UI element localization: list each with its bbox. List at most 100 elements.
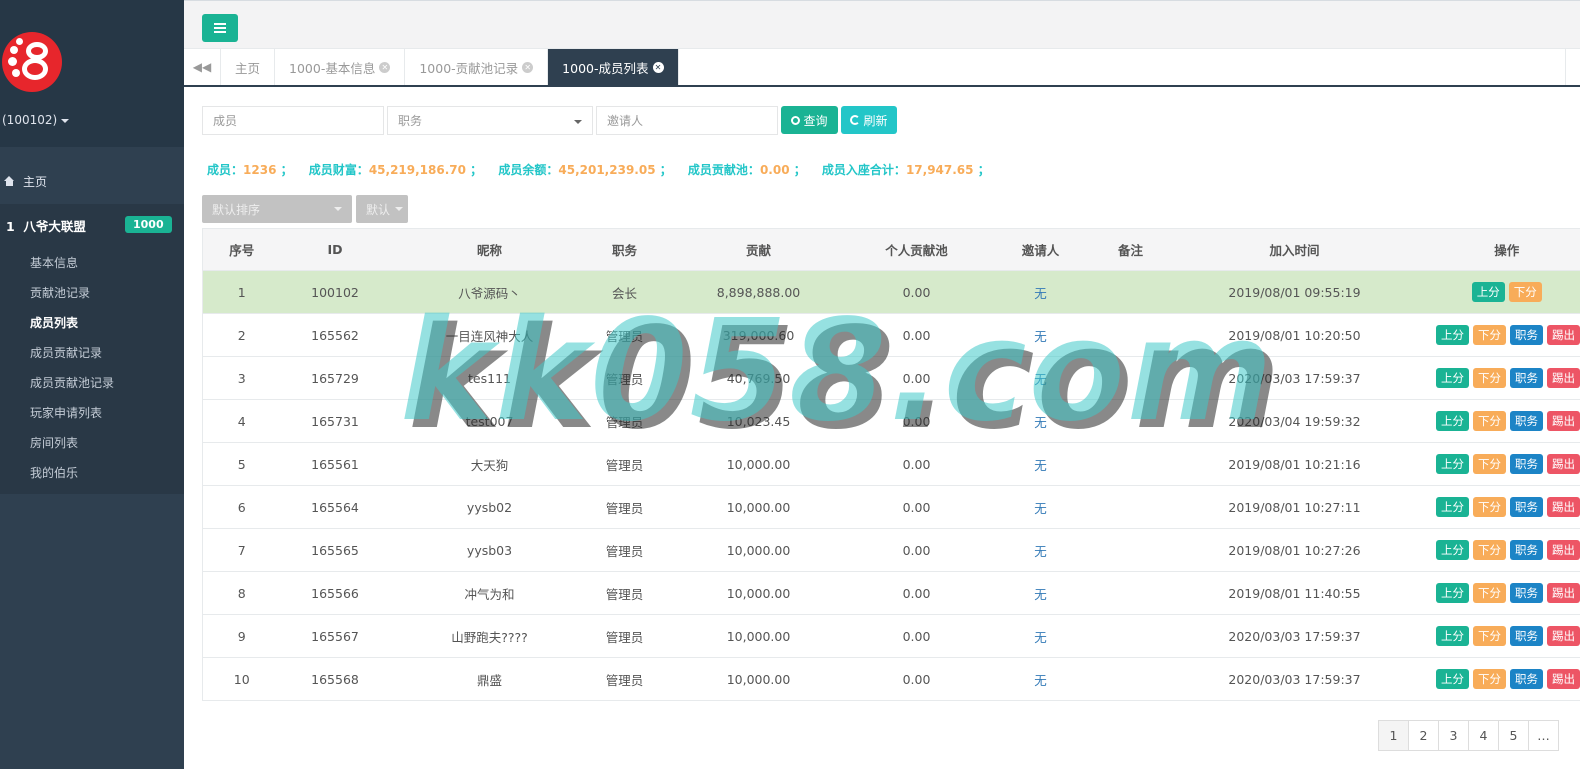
kick-button[interactable]: 踢出 [1547,497,1580,517]
kick-button[interactable]: 踢出 [1547,540,1580,560]
page-button[interactable]: 1 [1378,720,1409,751]
col-header[interactable]: 加入时间 [1155,228,1434,271]
col-header[interactable]: 贡献 [659,228,858,271]
table-cell: 2019/08/01 10:21:16 [1155,442,1434,486]
kick-button[interactable]: 踢出 [1547,583,1580,603]
score-down-button[interactable]: 下分 [1473,368,1506,388]
score-down-button[interactable]: 下分 [1473,325,1506,345]
score-up-button[interactable]: 上分 [1436,540,1469,560]
page-button[interactable]: 4 [1468,720,1499,751]
score-down-button[interactable]: 下分 [1473,583,1506,603]
col-header[interactable]: ID [280,228,390,271]
query-button[interactable]: 查询 [781,106,838,134]
role-button[interactable]: 职务 [1510,411,1543,431]
close-icon[interactable]: ✕ [522,61,534,73]
table-cell-actions: 上分 下分 职务 踢出 [1433,485,1580,529]
role-button[interactable]: 职务 [1510,540,1543,560]
page-button[interactable]: 5 [1498,720,1529,751]
role-button[interactable]: 职务 [1510,325,1543,345]
col-header[interactable]: 邀请人 [975,228,1106,271]
kick-button[interactable]: 踢出 [1547,325,1580,345]
table-cell: 10,000.00 [659,571,858,615]
table-cell: 2019/08/01 10:27:11 [1155,485,1434,529]
score-down-button[interactable]: 下分 [1473,454,1506,474]
sort-order-label: 默认 [366,202,391,217]
score-down-button[interactable]: 下分 [1473,540,1506,560]
page-button[interactable]: 2 [1408,720,1439,751]
role-button[interactable]: 职务 [1510,583,1543,603]
score-down-button[interactable]: 下分 [1473,669,1506,689]
score-up-button[interactable]: 上分 [1436,626,1469,646]
score-down-button[interactable]: 下分 [1473,411,1506,431]
col-header[interactable]: 备注 [1105,228,1156,271]
table-cell: 100102 [280,270,390,314]
sidebar-item-member-contrib[interactable]: 成员贡献记录 [30,338,114,368]
profile-area: (100102) [0,0,184,147]
role-button[interactable]: 职务 [1510,626,1543,646]
tab-basic-info[interactable]: 1000-基本信息 ✕ [275,49,406,85]
refresh-button[interactable]: 刷新 [841,106,897,134]
score-up-button[interactable]: 上分 [1436,325,1469,345]
page-ellipsis[interactable]: … [1528,720,1559,751]
kick-button[interactable]: 踢出 [1547,669,1580,689]
sidebar-item-home[interactable]: 主页 [0,168,47,194]
sidebar-item-member-pool[interactable]: 成员贡献池记录 [30,368,114,398]
col-header[interactable]: 职务 [589,228,660,271]
table-cell: 5 [202,442,281,486]
role-button[interactable]: 职务 [1510,669,1543,689]
score-up-button[interactable]: 上分 [1471,282,1505,302]
score-down-button[interactable]: 下分 [1473,497,1506,517]
table-cell: 0.00 [857,571,976,615]
sidebar-group-name: 八爷大联盟 [23,219,86,234]
menu-toggle-button[interactable] [202,14,238,42]
role-button[interactable]: 职务 [1510,454,1543,474]
sidebar-item-pool-records[interactable]: 贡献池记录 [30,278,114,308]
sort-select[interactable]: 默认排序 [202,195,352,223]
tabs-scroll-left-icon[interactable]: ◀◀ [184,49,221,85]
tab-home[interactable]: 主页 [221,49,276,85]
sidebar-item-basic-info[interactable]: 基本信息 [30,248,114,278]
score-up-button[interactable]: 上分 [1436,583,1469,603]
table-cell: 管理员 [589,614,660,658]
user-dropdown[interactable]: (100102) [2,113,70,127]
inviter-search-input[interactable]: 邀请人 [596,106,778,135]
sidebar-item-member-list[interactable]: 成员列表 [30,308,114,338]
kick-button[interactable]: 踢出 [1547,626,1580,646]
sidebar-item-applications[interactable]: 玩家申请列表 [30,398,114,428]
close-icon[interactable]: ✕ [379,61,391,73]
col-header[interactable]: 序号 [202,228,281,271]
table-cell: 一目连风神大人 [389,313,590,357]
table-cell: 10,000.00 [659,657,858,701]
score-up-button[interactable]: 上分 [1436,411,1469,431]
score-down-button[interactable]: 下分 [1473,626,1506,646]
kick-button[interactable]: 踢出 [1547,368,1580,388]
col-header[interactable]: 个人贡献池 [857,228,976,271]
table-cell: 管理员 [589,442,660,486]
sidebar-group-title[interactable]: 1 八爷大联盟 [6,216,86,235]
member-search-input[interactable]: 成员 [202,106,384,135]
role-button[interactable]: 职务 [1510,368,1543,388]
kick-button[interactable]: 踢出 [1547,411,1580,431]
score-up-button[interactable]: 上分 [1436,669,1469,689]
table-row: 4 165731 test007 管理员 10,023.45 0.00 无 2020/03/0… [202,399,1580,443]
table-cell: 8,898,888.00 [659,270,858,314]
score-up-button[interactable]: 上分 [1436,454,1469,474]
page-button[interactable]: 3 [1438,720,1469,751]
score-up-button[interactable]: 上分 [1436,497,1469,517]
table-cell-actions: 上分 下分 职务 踢出 [1433,657,1580,701]
role-button[interactable]: 职务 [1510,497,1543,517]
score-up-button[interactable]: 上分 [1436,368,1469,388]
sidebar-item-my-mentor[interactable]: 我的伯乐 [30,458,114,488]
close-icon[interactable]: ✕ [652,61,664,73]
table-cell: 0.00 [857,270,976,314]
member-table: 序号 ID 昵称 职务 贡献 个人贡献池 邀请人 备注 加入时间 操作 1 100… [202,228,1580,701]
sort-order-select[interactable]: 默认 [356,195,408,223]
col-header[interactable]: 昵称 [389,228,590,271]
tab-pool-records[interactable]: 1000-贡献池记录 ✕ [405,49,549,85]
sidebar-item-rooms[interactable]: 房间列表 [30,428,114,458]
tab-member-list[interactable]: 1000-成员列表 ✕ [548,49,679,85]
table-cell-actions: 上分 下分 职务 踢出 [1433,614,1580,658]
role-select[interactable]: 职务 [387,106,593,135]
kick-button[interactable]: 踢出 [1547,454,1580,474]
score-down-button[interactable]: 下分 [1508,282,1542,302]
